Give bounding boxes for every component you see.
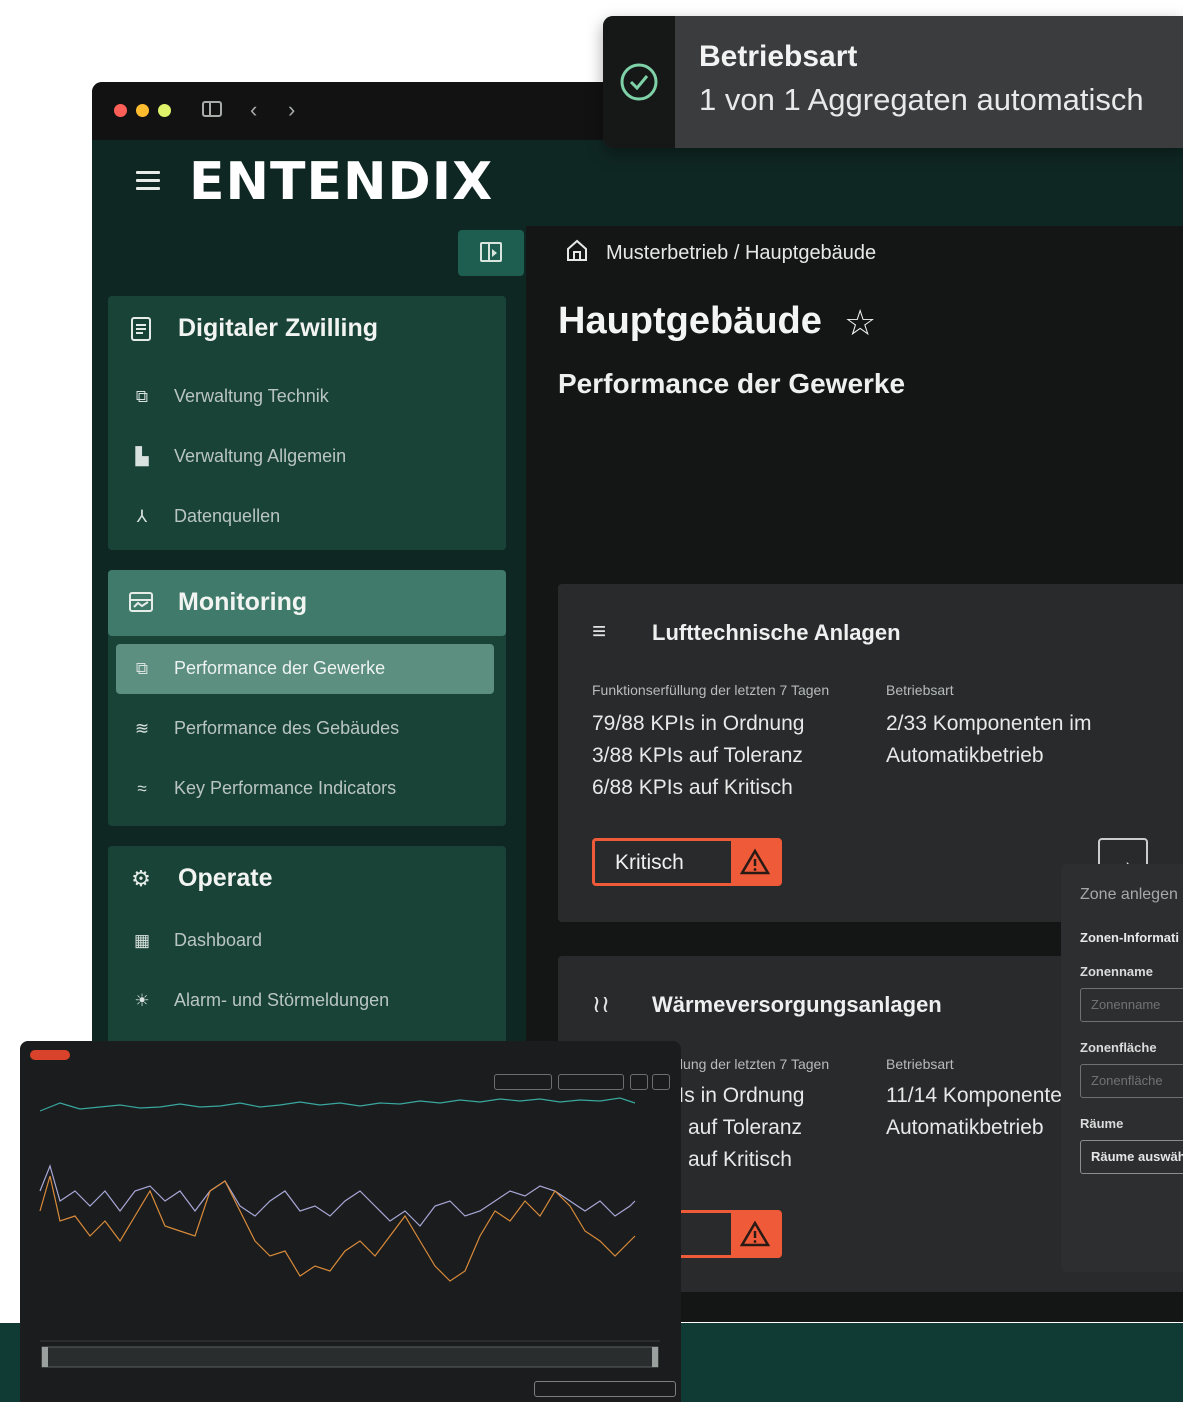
sidebar-item-performance-gewerke[interactable]: ⧉ Performance der Gewerke (116, 644, 494, 694)
sidebar-item-label: Performance des Gebäudes (174, 718, 400, 738)
sidebar-item-performance-gebaeude[interactable]: ≋ Performance des Gebäudes (116, 704, 494, 754)
back-icon[interactable]: ‹ (250, 96, 257, 124)
kpi-line: auf Kritisch (688, 1148, 792, 1171)
chart-preview-window (20, 1041, 681, 1402)
top-header: ENTENDIX (92, 140, 1183, 226)
page-subtitle: Performance der Gewerke (558, 368, 906, 399)
nav-group-title: Digitaler Zwilling (178, 314, 379, 342)
kpi-line: 3/88 KPIs auf Toleranz (592, 744, 803, 767)
home-icon[interactable] (566, 238, 588, 262)
maximize-window-button[interactable] (158, 104, 171, 117)
monitor-icon (128, 590, 154, 616)
toast-notification: Betriebsart 1 von 1 Aggregaten automatis… (603, 16, 1183, 148)
series-line-lavender (39, 1164, 636, 1227)
zone-area-label: Zonenfläche (1080, 1040, 1157, 1055)
alarm-icon: ☀ (134, 991, 150, 1010)
close-window-button[interactable] (114, 104, 127, 117)
sidebar-item-verwaltung-technik[interactable]: ⧉ Verwaltung Technik (116, 372, 494, 422)
zone-name-input[interactable]: Zonenname (1080, 988, 1183, 1022)
sidebar-item-label: Dashboard (174, 930, 263, 950)
dashboard-icon: ▦ (133, 931, 151, 950)
sidebar-item-label: Alarm- und Störmeldungen (174, 990, 390, 1010)
zone-area-input[interactable]: Zonenfläche (1080, 1064, 1183, 1098)
sidebar-item-dashboard[interactable]: ▦ Dashboard (116, 916, 494, 966)
mode-line: 2/33 Komponenten im (886, 712, 1092, 735)
chart-area-icon: ≋ (134, 719, 150, 738)
warning-icon (731, 841, 779, 883)
dialog-section-title: Zonen-Informati (1080, 930, 1179, 945)
sidebar-item-label: Key Performance Indicators (174, 778, 397, 798)
nav-group-header[interactable]: Monitoring (108, 570, 506, 636)
rooms-label: Räume (1080, 1116, 1124, 1131)
document-icon (128, 316, 154, 342)
waves-icon: ≈ (137, 779, 147, 798)
series-line-teal (39, 1097, 636, 1112)
check-circle-icon (620, 63, 658, 101)
dialog-title: Zone anlegen (1080, 886, 1178, 903)
page-title: Hauptgebäude (558, 300, 822, 342)
panel-collapse-icon (480, 242, 502, 262)
air-icon: ≡ (592, 618, 607, 645)
status-badge: Kritisch (592, 838, 782, 886)
hierarchy-icon: ⧉ (135, 387, 149, 406)
sidebar-item-label: Verwaltung Technik (174, 386, 329, 406)
breadcrumb[interactable]: Musterbetrieb / Hauptgebäude (606, 242, 876, 265)
series-line-orange (39, 1175, 636, 1282)
zone-create-dialog: Zone anlegen Zonen-Informati Zonenname Z… (1061, 864, 1183, 1272)
sidebar-item-datenquellen[interactable]: ⅄ Datenquellen (116, 492, 494, 542)
nav-group-monitoring: Monitoring ⧉ Performance der Gewerke ≋ P… (108, 570, 506, 826)
kpi-line: auf Toleranz (688, 1116, 803, 1139)
kpi-label: Funktionserfüllung der letzten 7 Tagen (592, 682, 830, 698)
forward-icon[interactable]: › (288, 96, 295, 124)
chart-plot (39, 1097, 660, 1368)
nav-group-header[interactable]: ⚙ Operate (108, 846, 506, 912)
nav-group-operate: ⚙ Operate ▦ Dashboard ☀ Alarm- und Störm… (108, 846, 506, 1046)
nav-group-header[interactable]: Digitaler Zwilling (108, 296, 506, 362)
mode-line: Automatikbetrieb (886, 1116, 1044, 1139)
nav-group-title: Monitoring (178, 588, 308, 616)
toast-message: 1 von 1 Aggregaten automatisch (699, 82, 1144, 117)
status-text: Kritisch (615, 851, 684, 874)
hierarchy-icon: ⧉ (135, 659, 149, 678)
card-title: Wärmeversorgungsanlagen (652, 992, 942, 1017)
network-icon: ⅄ (136, 507, 148, 526)
heat-icon: ≀≀ (592, 991, 610, 1018)
sidebar-item-label: Datenquellen (174, 506, 281, 526)
minimize-window-button[interactable] (136, 104, 149, 117)
buildings-icon: ▙ (135, 447, 149, 466)
sidebar-toggle-icon[interactable] (202, 101, 222, 117)
mode-label: Betriebsart (886, 682, 954, 698)
rooms-select[interactable]: Räume auswäh (1080, 1140, 1183, 1174)
zone-name-label: Zonenname (1080, 964, 1153, 979)
chart-range-slider (41, 1346, 659, 1368)
mode-line: 11/14 Komponente (886, 1084, 1062, 1107)
favorite-star-icon[interactable]: ☆ (844, 300, 876, 346)
mode-line: Automatikbetrieb (886, 744, 1044, 767)
nav-group-title: Operate (178, 864, 273, 892)
sidebar-item-verwaltung-allgemein[interactable]: ▙ Verwaltung Allgemein (116, 432, 494, 482)
nav-group-digitaler-zwilling: Digitaler Zwilling ⧉ Verwaltung Technik … (108, 296, 506, 550)
sidebar-item-kpi[interactable]: ≈ Key Performance Indicators (116, 764, 494, 814)
mode-label: Betriebsart (886, 1056, 954, 1072)
chart-legend-button[interactable] (534, 1381, 676, 1397)
app-logo: ENTENDIX (189, 152, 494, 212)
toast-title: Betriebsart (699, 40, 858, 73)
warning-icon (731, 1213, 779, 1255)
card-title: Lufttechnische Anlagen (652, 620, 901, 645)
sidebar-item-label: Performance der Gewerke (174, 658, 386, 678)
kpi-line: 6/88 KPIs auf Kritisch (592, 776, 793, 799)
sidebar-item-label: Verwaltung Allgemein (174, 446, 347, 466)
toast-icon-area (603, 16, 675, 148)
collapse-sidebar-button[interactable] (458, 230, 524, 276)
sidebar-item-alarm[interactable]: ☀ Alarm- und Störmeldungen (116, 976, 494, 1026)
gears-icon: ⚙ (131, 866, 151, 891)
kpi-line: 79/88 KPIs in Ordnung (592, 712, 805, 735)
menu-icon[interactable] (136, 171, 160, 191)
